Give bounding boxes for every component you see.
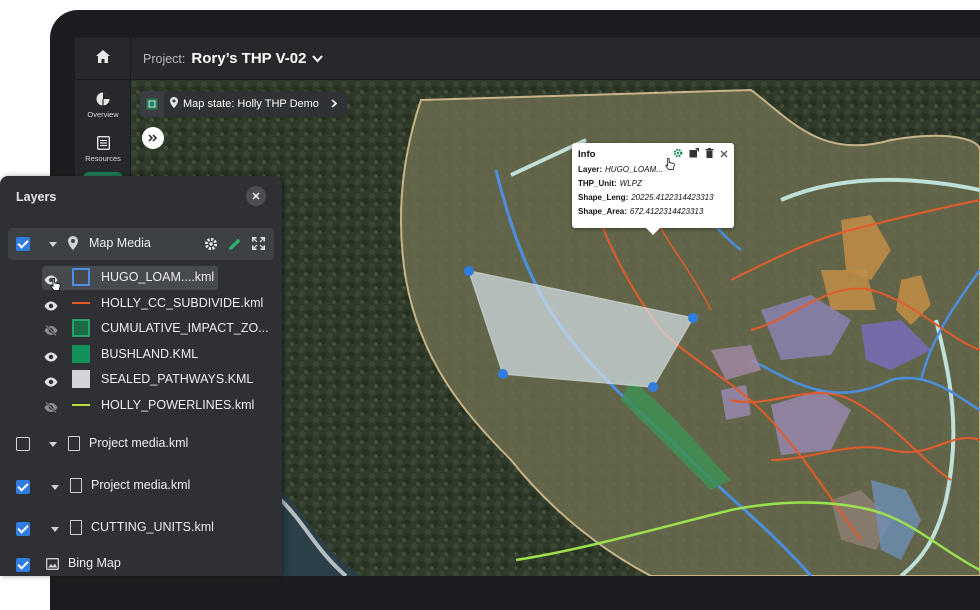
sublayer-name: HOLLY_CC_SUBDIVIDE.kml [101,296,264,310]
map-pin-icon [170,97,178,111]
caret-down-icon[interactable] [49,442,57,447]
top-bar: Project: Rory’s THP V-02 [131,38,980,80]
swatch-outline-blue [72,268,90,286]
double-chevron-right-icon [148,131,158,145]
sublayer-name: HOLLY_POWERLINES.kml [101,398,255,412]
caret-down-icon[interactable] [49,242,57,247]
info-key: Layer: [578,165,603,174]
chevron-down-icon[interactable] [312,52,324,66]
info-row: THP_Unit: WLPZ [578,179,728,188]
file-icon [68,436,80,451]
sublayer-name: SEALED_PATHWAYS.KML [101,372,254,386]
sublayer-row[interactable]: HOLLY_CC_SUBDIVIDE.kml [0,292,282,314]
file-name: Project media.kml [89,436,189,450]
pointer-cursor-icon [665,157,675,175]
project-label: Project: [143,51,186,66]
map-layers-icon[interactable] [140,91,164,117]
chevron-right-icon [331,97,338,111]
edit-pencil-icon[interactable] [228,237,242,256]
file-checkbox[interactable] [16,522,30,536]
file-icon [70,478,82,493]
info-title: Info [578,148,596,160]
close-layers-button[interactable] [246,186,266,206]
file-name: Project media.kml [91,478,191,492]
group-name: Map Media [89,236,151,250]
map-state-label: Map state: Holly THP Demo [183,98,319,110]
swatch-line-orange [72,294,90,312]
feature-info-popup: Info Layer: HUGO_LOAM... THP_Unit: WLPZ Sh… [572,143,734,235]
image-icon [46,557,59,575]
file-checkbox[interactable] [16,437,30,451]
map-state-selector[interactable]: Map state: Holly THP Demo [140,91,347,117]
document-list-icon [75,135,131,152]
info-key: Shape_Leng: [578,193,629,202]
nav-resources-label: Resources [85,154,121,163]
caret-down-icon[interactable] [51,527,59,532]
sublayer-row[interactable]: HOLLY_POWERLINES.kml [0,394,282,416]
swatch-line-yellowgreen [72,396,90,414]
trash-icon[interactable] [705,145,714,163]
eye-icon[interactable] [44,374,58,392]
swatch-grey-fill [72,370,90,388]
swatch-green-outline [72,319,90,337]
sublayer-row[interactable]: BUSHLAND.KML [0,343,282,365]
layer-group-map-media[interactable]: Map Media [8,228,274,260]
info-row: Shape_Leng: 20225.4122314423313 [578,193,728,202]
home-icon [96,49,110,68]
file-name: CUTTING_UNITS.kml [91,520,214,534]
basemap-name: Bing Map [68,556,121,570]
sublayer-name: HUGO_LOAM....kml [101,270,215,284]
info-row: Layer: HUGO_LOAM... [578,165,728,174]
close-icon [252,189,260,203]
file-checkbox[interactable] [16,480,30,494]
file-icon [70,520,82,535]
info-value: HUGO_LOAM... [605,165,663,174]
basemap-checkbox[interactable] [16,558,30,572]
info-key: THP_Unit: [578,179,617,188]
close-icon[interactable] [720,145,728,163]
nav-overview[interactable]: Overview [75,92,131,119]
sublayer-row[interactable]: CUMULATIVE_IMPACT_ZO... [0,317,282,339]
settings-gear-icon[interactable] [204,237,218,256]
eye-off-icon[interactable] [44,400,58,418]
info-row: Shape_Area: 672.4122314423313 [578,207,728,216]
caret-down-icon[interactable] [51,485,59,490]
nav-resources[interactable]: Resources [75,135,131,163]
eye-icon[interactable] [44,298,58,316]
layers-title: Layers [16,190,57,204]
expand-panel-button[interactable] [142,127,164,149]
eye-icon[interactable] [44,349,58,367]
fullscreen-icon[interactable] [252,237,265,255]
eye-off-icon[interactable] [44,323,58,341]
nav-overview-label: Overview [87,110,119,119]
sublayer-name: BUSHLAND.KML [101,347,199,361]
info-key: Shape_Area: [578,207,627,216]
info-value: 20225.4122314423313 [631,193,714,202]
info-value: WLPZ [619,179,642,188]
home-button[interactable] [75,38,131,80]
project-selector[interactable]: Rory’s THP V-02 [191,50,306,67]
pie-chart-icon [75,92,131,108]
export-icon[interactable] [689,145,700,163]
group-checkbox[interactable] [16,237,30,251]
sublayer-name: CUMULATIVE_IMPACT_ZO... [101,321,269,335]
layers-panel: Layers Map Media HUGO_LOAM....kml HOLLY_… [0,176,282,576]
map-pin-icon [68,236,78,255]
info-value: 672.4122314423313 [629,207,704,216]
swatch-green-fill [72,345,90,363]
sublayer-row[interactable]: SEALED_PATHWAYS.KML [0,368,282,390]
sublayer-row[interactable]: HUGO_LOAM....kml [0,266,282,291]
